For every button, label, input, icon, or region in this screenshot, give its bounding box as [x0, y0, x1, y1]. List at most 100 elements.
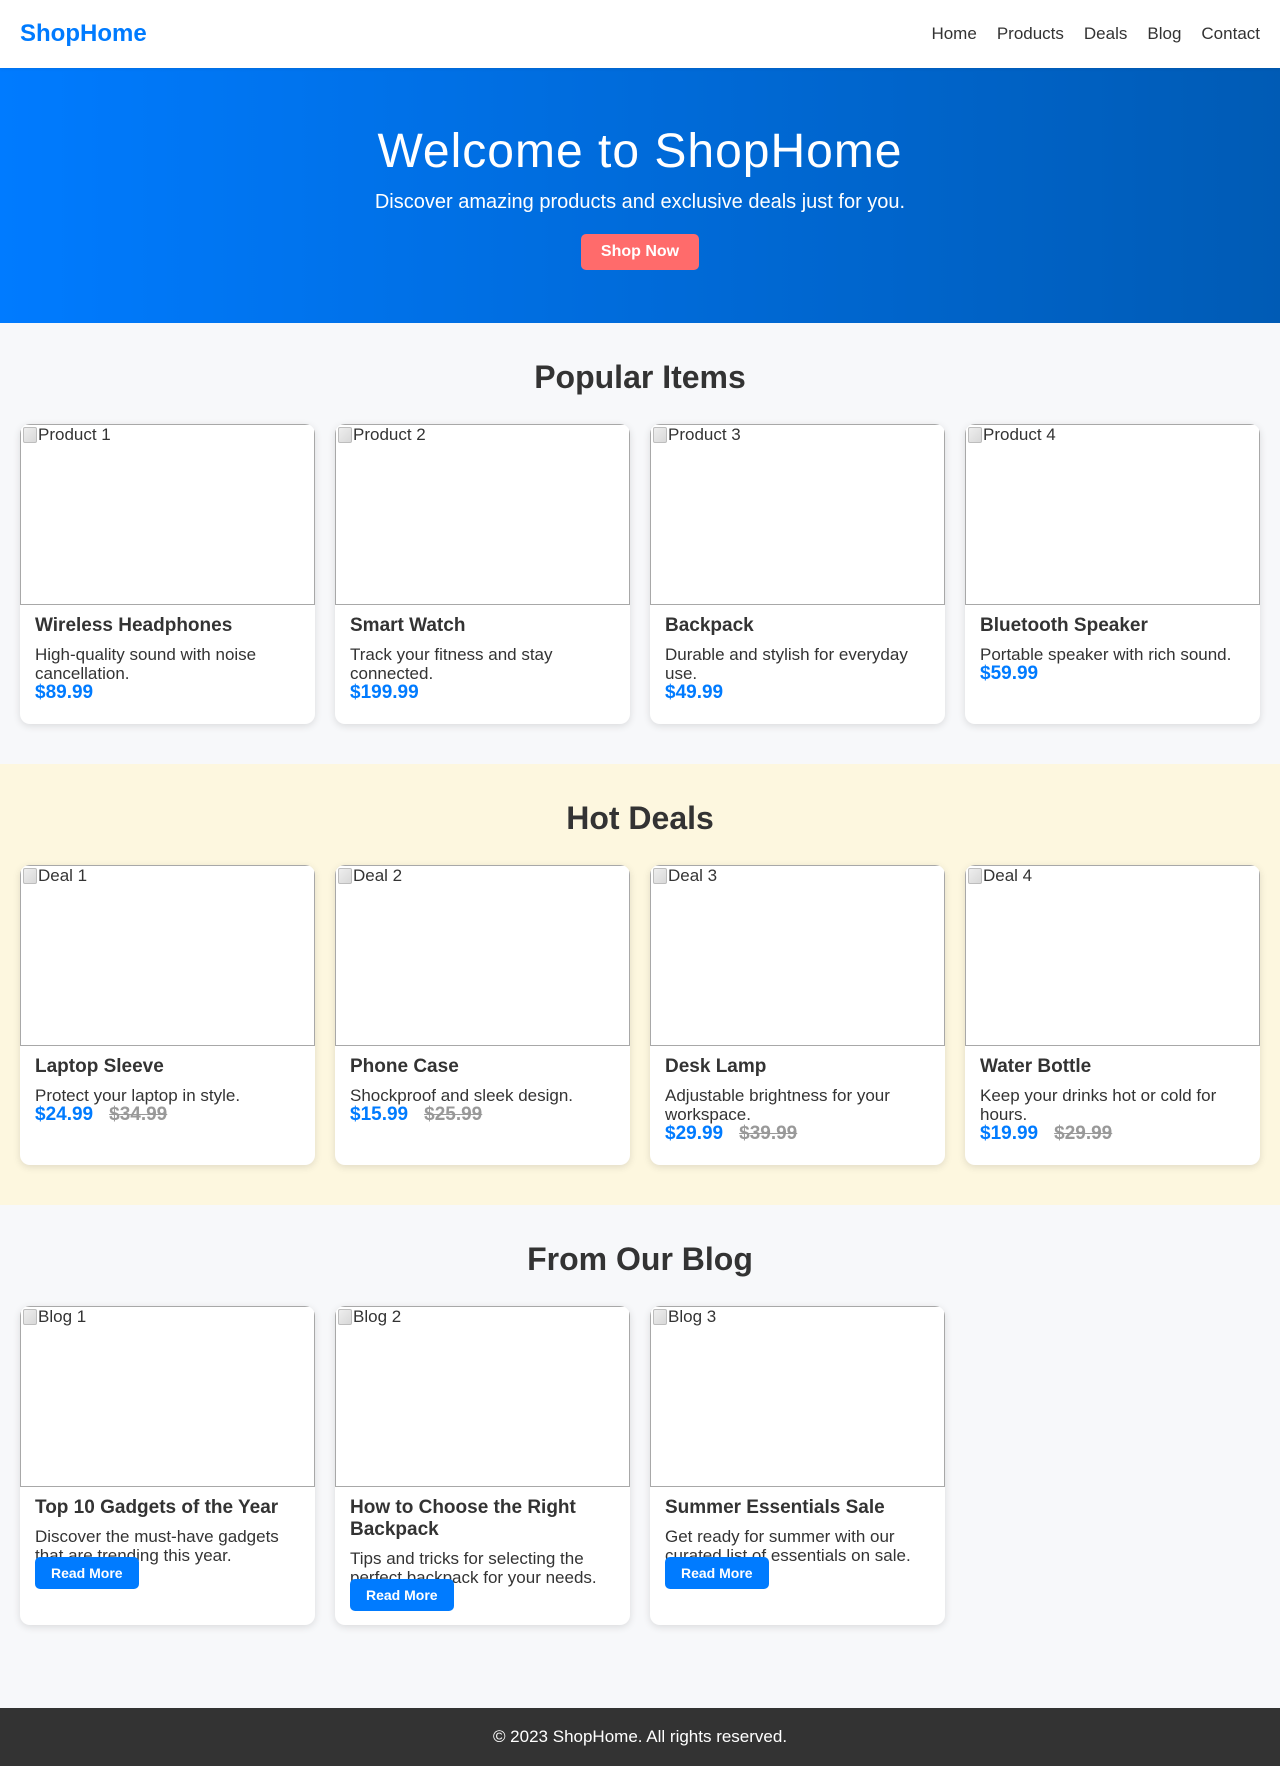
- broken-image-icon: [968, 427, 982, 443]
- product-description: High-quality sound with noise cancellati…: [35, 645, 257, 683]
- deal-card[interactable]: Deal 3 Desk Lamp Adjustable brightness f…: [650, 865, 945, 1165]
- blog-title: Top 10 Gadgets of the Year: [35, 1497, 279, 1518]
- deal-description: Shockproof and sleek design.: [350, 1086, 574, 1105]
- popular-items-section: Popular Items Product 1 Wireless Headpho…: [0, 323, 1280, 764]
- deal-price: $19.99: [980, 1123, 1039, 1144]
- original-price: $34.99: [109, 1104, 168, 1125]
- deal-price: $24.99: [35, 1104, 94, 1125]
- hero-banner: Welcome to ShopHome Discover amazing pro…: [0, 68, 1280, 323]
- product-description: Durable and stylish for everyday use.: [665, 645, 908, 683]
- image-alt-text: Blog 3: [668, 1307, 717, 1326]
- broken-image-icon: [338, 427, 352, 443]
- section-title: Popular Items: [534, 359, 746, 395]
- blog-image: Blog 2: [335, 1306, 630, 1487]
- read-more-button[interactable]: Read More: [350, 1579, 454, 1611]
- broken-image-icon: [653, 868, 667, 884]
- broken-image-icon: [338, 1309, 352, 1325]
- section-title: From Our Blog: [527, 1241, 753, 1277]
- image-alt-text: Product 1: [38, 425, 111, 444]
- section-title: Hot Deals: [566, 800, 714, 836]
- product-description: Portable speaker with rich sound.: [980, 645, 1232, 664]
- image-alt-text: Product 4: [983, 425, 1056, 444]
- deal-price: $15.99: [350, 1104, 409, 1125]
- product-card[interactable]: Product 2 Smart Watch Track your fitness…: [335, 424, 630, 724]
- nav-contact[interactable]: Contact: [1201, 24, 1260, 44]
- deal-card[interactable]: Deal 2 Phone Case Shockproof and sleek d…: [335, 865, 630, 1165]
- blog-section: From Our Blog Blog 1 Top 10 Gadgets of t…: [0, 1205, 1280, 1665]
- deal-name: Laptop Sleeve: [35, 1056, 164, 1077]
- deal-price: $29.99: [665, 1123, 724, 1144]
- product-price: $59.99: [980, 663, 1039, 684]
- deal-description: Adjustable brightness for your workspace…: [665, 1086, 890, 1124]
- main-nav: Home Products Deals Blog Contact: [931, 24, 1260, 44]
- blog-title: How to Choose the Right Backpack: [350, 1497, 576, 1540]
- product-name: Backpack: [665, 615, 754, 636]
- deal-description: Keep your drinks hot or cold for hours.: [980, 1086, 1217, 1124]
- broken-image-icon: [968, 868, 982, 884]
- image-alt-text: Blog 1: [38, 1307, 87, 1326]
- broken-image-icon: [23, 1309, 37, 1325]
- blog-card[interactable]: Blog 2 How to Choose the Right Backpack …: [335, 1306, 630, 1625]
- product-image: Product 4: [965, 424, 1260, 605]
- product-card[interactable]: Product 4 Bluetooth Speaker Portable spe…: [965, 424, 1260, 724]
- footer-copyright: © 2023 ShopHome. All rights reserved.: [492, 1727, 788, 1746]
- product-price: $199.99: [350, 682, 419, 703]
- site-header: ShopHome Home Products Deals Blog Contac…: [0, 0, 1280, 68]
- hot-deals-section: Hot Deals Deal 1 Laptop Sleeve Protect y…: [0, 764, 1280, 1205]
- deal-image: Deal 2: [335, 865, 630, 1046]
- broken-image-icon: [23, 427, 37, 443]
- blog-image: Blog 3: [650, 1306, 945, 1487]
- original-price: $39.99: [739, 1123, 798, 1144]
- read-more-button[interactable]: Read More: [665, 1557, 769, 1589]
- product-name: Smart Watch: [350, 615, 466, 636]
- blog-grid: Blog 1 Top 10 Gadgets of the Year Discov…: [20, 1306, 1260, 1625]
- image-alt-text: Deal 4: [983, 866, 1033, 885]
- shop-now-button[interactable]: Shop Now: [580, 234, 700, 270]
- deal-description: Protect your laptop in style.: [35, 1086, 241, 1105]
- deal-name: Desk Lamp: [665, 1056, 767, 1077]
- product-grid: Product 1 Wireless Headphones High-quali…: [20, 424, 1260, 724]
- product-price: $49.99: [665, 682, 724, 703]
- product-name: Wireless Headphones: [35, 615, 233, 636]
- deal-card[interactable]: Deal 1 Laptop Sleeve Protect your laptop…: [20, 865, 315, 1165]
- image-alt-text: Blog 2: [353, 1307, 402, 1326]
- image-alt-text: Product 3: [668, 425, 741, 444]
- original-price: $25.99: [424, 1104, 483, 1125]
- deal-name: Phone Case: [350, 1056, 459, 1077]
- product-image: Product 1: [20, 424, 315, 605]
- nav-blog[interactable]: Blog: [1147, 24, 1181, 44]
- blog-card[interactable]: Blog 3 Summer Essentials Sale Get ready …: [650, 1306, 945, 1625]
- nav-deals[interactable]: Deals: [1084, 24, 1127, 44]
- product-card[interactable]: Product 1 Wireless Headphones High-quali…: [20, 424, 315, 724]
- broken-image-icon: [653, 1309, 667, 1325]
- deal-card[interactable]: Deal 4 Water Bottle Keep your drinks hot…: [965, 865, 1260, 1165]
- image-alt-text: Deal 2: [353, 866, 403, 885]
- hero-subtitle: Discover amazing products and exclusive …: [374, 191, 906, 213]
- blog-card[interactable]: Blog 1 Top 10 Gadgets of the Year Discov…: [20, 1306, 315, 1625]
- deal-image: Deal 1: [20, 865, 315, 1046]
- broken-image-icon: [338, 868, 352, 884]
- blog-title: Summer Essentials Sale: [665, 1497, 885, 1518]
- original-price: $29.99: [1054, 1123, 1113, 1144]
- product-card[interactable]: Product 3 Backpack Durable and stylish f…: [650, 424, 945, 724]
- nav-home[interactable]: Home: [931, 24, 976, 44]
- product-price: $89.99: [35, 682, 94, 703]
- image-alt-text: Deal 3: [668, 866, 718, 885]
- product-name: Bluetooth Speaker: [980, 615, 1148, 636]
- image-alt-text: Deal 1: [38, 866, 88, 885]
- hero-title: Welcome to ShopHome: [377, 125, 903, 178]
- deal-image: Deal 4: [965, 865, 1260, 1046]
- product-image: Product 2: [335, 424, 630, 605]
- blog-image: Blog 1: [20, 1306, 315, 1487]
- brand-logo[interactable]: ShopHome: [20, 20, 147, 48]
- deal-image: Deal 3: [650, 865, 945, 1046]
- nav-products[interactable]: Products: [997, 24, 1064, 44]
- deal-name: Water Bottle: [980, 1056, 1092, 1077]
- read-more-button[interactable]: Read More: [35, 1557, 139, 1589]
- broken-image-icon: [653, 427, 667, 443]
- product-description: Track your fitness and stay connected.: [350, 645, 553, 683]
- product-image: Product 3: [650, 424, 945, 605]
- image-alt-text: Product 2: [353, 425, 426, 444]
- site-footer: © 2023 ShopHome. All rights reserved.: [0, 1708, 1280, 1766]
- broken-image-icon: [23, 868, 37, 884]
